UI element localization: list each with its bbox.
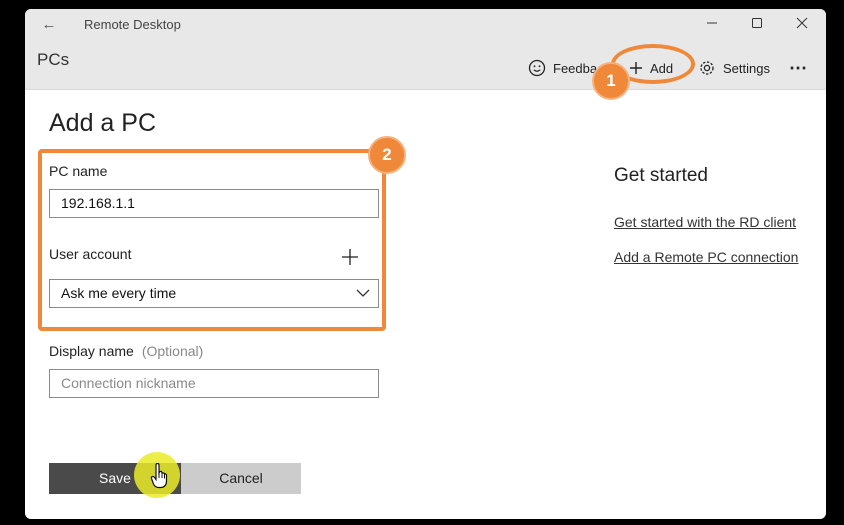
add-remote-pc-link[interactable]: Add a Remote PC connection	[614, 249, 798, 265]
title-bar: ← Remote Desktop	[25, 9, 826, 41]
more-icon: ⋯	[789, 57, 807, 78]
cancel-button[interactable]: Cancel	[181, 463, 301, 494]
more-button[interactable]: ⋯	[789, 57, 807, 79]
step-badge-2: 2	[368, 136, 406, 174]
back-button[interactable]: ←	[39, 15, 59, 35]
display-name-input[interactable]: Connection nickname	[49, 369, 379, 398]
maximize-button[interactable]	[745, 14, 769, 36]
section-title: PCs	[37, 50, 70, 69]
minimize-icon	[707, 22, 717, 24]
close-icon	[796, 17, 808, 29]
close-button[interactable]	[790, 14, 814, 36]
gear-icon	[698, 59, 716, 77]
maximize-icon	[752, 18, 762, 28]
step-badge-1: 1	[592, 62, 630, 100]
arrow-left-icon: ←	[41, 16, 57, 33]
display-name-text: Display name	[49, 343, 134, 359]
smiley-icon	[528, 59, 546, 77]
get-started-link[interactable]: Get started with the RD client	[614, 214, 796, 230]
optional-hint: (Optional)	[141, 343, 204, 359]
form-highlight-box	[38, 149, 386, 331]
settings-label: Settings	[723, 60, 770, 76]
get-started-title: Get started	[614, 165, 708, 186]
display-name-label: Display name (Optional)	[49, 343, 203, 359]
page-title: Add a PC	[49, 109, 157, 137]
app-title: Remote Desktop	[84, 17, 181, 32]
command-bar: PCs Feedback Add Settings ⋯	[25, 41, 826, 90]
hand-cursor-icon	[150, 463, 168, 489]
settings-button[interactable]: Settings	[698, 57, 770, 79]
minimize-button[interactable]	[700, 14, 724, 36]
